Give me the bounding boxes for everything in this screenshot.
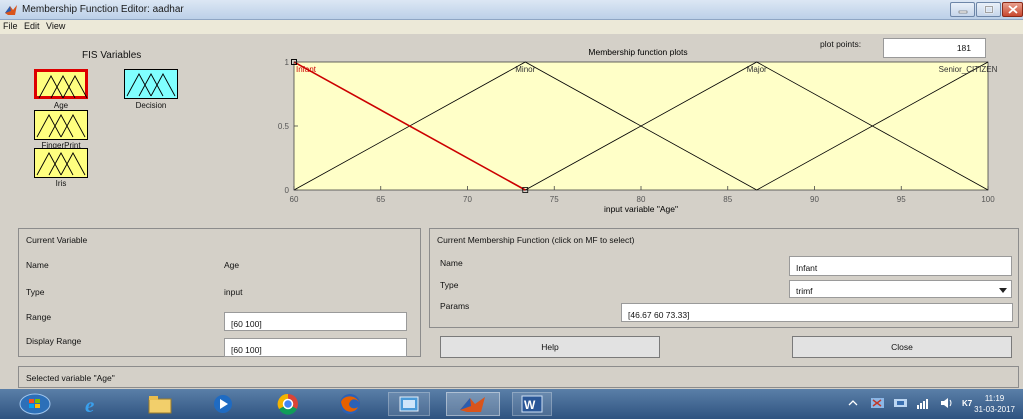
variable-type-label: Type	[26, 287, 45, 297]
clock-time: 11:19	[984, 394, 1005, 403]
mf-label[interactable]: Senior_CITIZEN	[939, 65, 998, 74]
menu-file[interactable]: File	[3, 21, 18, 31]
chevron-down-icon	[999, 288, 1007, 293]
fis-variable-label: Decision	[135, 101, 167, 110]
status-bar	[18, 366, 1019, 388]
mf-name-input[interactable]: Infant	[789, 256, 1012, 276]
close-icon	[1007, 5, 1018, 14]
title-bar: Membership Function Editor: aadhar	[0, 0, 1023, 20]
tray-k7-antivirus[interactable]: K7	[962, 399, 972, 408]
file-explorer-button[interactable]	[140, 392, 180, 416]
mf-label[interactable]: Minor	[515, 65, 535, 74]
mf-thumbnail-icon	[126, 73, 176, 97]
media-player-icon	[214, 395, 232, 413]
x-axis-label: input variable "Age"	[604, 204, 678, 214]
menu-view[interactable]: View	[46, 21, 65, 31]
mf-thumbnail-icon	[36, 114, 86, 138]
mf-name-label: Name	[440, 258, 463, 268]
variable-name-label: Name	[26, 260, 49, 270]
matlab-icon	[5, 5, 17, 15]
maximize-icon	[984, 5, 993, 14]
display-range-input[interactable]: [60 100]	[224, 338, 407, 357]
fis-variable-label: Age	[53, 101, 69, 110]
current-mf-title: Current Membership Function (click on MF…	[437, 235, 635, 245]
variable-name-value: Age	[224, 260, 240, 270]
x-tick-label: 100	[981, 195, 995, 204]
word-icon: W	[521, 395, 543, 413]
y-tick-label: 0	[285, 186, 290, 195]
close-button[interactable]: Close	[792, 336, 1012, 358]
tray-clock[interactable]: 11:19 31-03-2017	[974, 393, 1015, 415]
fis-variable-decision[interactable]	[124, 69, 178, 99]
close-window-button[interactable]	[1002, 2, 1023, 17]
internet-explorer-button[interactable]: e	[74, 392, 114, 416]
fis-variable-fingerprint[interactable]	[34, 110, 88, 140]
media-player-button[interactable]	[203, 392, 243, 416]
y-tick-label: 1	[285, 58, 290, 67]
x-tick-label: 80	[637, 195, 646, 204]
current-variable-title: Current Variable	[26, 235, 88, 245]
window-switcher-button[interactable]	[388, 392, 430, 416]
menu-bar: File Edit View	[0, 20, 1023, 34]
internet-explorer-icon: e	[85, 393, 94, 415]
x-tick-label: 65	[376, 195, 385, 204]
mf-type-value: trimf	[796, 286, 813, 296]
clock-date: 31-03-2017	[974, 405, 1015, 414]
status-text: Selected variable "Age"	[26, 373, 115, 383]
mf-thumbnail-icon	[36, 152, 86, 176]
tray-volume-icon[interactable]	[939, 396, 955, 410]
minimize-button[interactable]	[950, 2, 975, 17]
mf-label[interactable]: Infant	[296, 65, 317, 74]
x-tick-label: 70	[463, 195, 472, 204]
x-tick-label: 90	[810, 195, 819, 204]
y-tick-label: 0.5	[278, 122, 290, 131]
variable-type-value: input	[224, 287, 243, 297]
word-button[interactable]: W	[512, 392, 552, 416]
x-tick-label: 60	[290, 195, 299, 204]
fis-variable-age[interactable]	[34, 69, 88, 99]
chart-title: Membership function plots	[588, 47, 687, 57]
svg-text:e: e	[85, 393, 94, 415]
x-tick-label: 75	[550, 195, 559, 204]
range-label: Range	[26, 312, 52, 322]
chrome-button[interactable]	[268, 392, 308, 416]
tray-expand-icon[interactable]	[848, 398, 858, 408]
firefox-icon	[340, 394, 360, 414]
help-button[interactable]: Help	[440, 336, 660, 358]
fis-variable-iris[interactable]	[34, 148, 88, 178]
svg-text:W: W	[524, 398, 536, 412]
membership-function-plot[interactable]: Membership function plots Minor Major Seni…	[274, 40, 1010, 222]
maximize-button[interactable]	[976, 2, 1001, 17]
matlab-taskbar-button[interactable]	[446, 392, 500, 416]
tray-network-device-icon[interactable]	[893, 396, 909, 410]
start-orb-icon	[19, 393, 51, 415]
tray-security-icon[interactable]	[870, 396, 886, 410]
firefox-button[interactable]	[330, 392, 370, 416]
mf-thumbnail-icon	[38, 75, 88, 99]
matlab-taskbar-icon	[460, 397, 485, 412]
x-tick-label: 95	[897, 195, 906, 204]
mf-type-label: Type	[440, 280, 459, 290]
display-range-label: Display Range	[26, 336, 82, 346]
chrome-icon	[277, 393, 298, 415]
mf-params-input[interactable]: [46.67 60 73.33]	[621, 303, 1013, 322]
mf-label[interactable]: Major	[747, 65, 767, 74]
mf-type-select[interactable]: trimf	[789, 280, 1012, 298]
fis-variables-title: FIS Variables	[82, 50, 142, 61]
x-tick-label: 85	[723, 195, 732, 204]
window-manager-icon	[399, 396, 419, 412]
range-input[interactable]: [60 100]	[224, 312, 407, 331]
start-button[interactable]	[14, 392, 56, 416]
window-title: Membership Function Editor: aadhar	[22, 4, 184, 15]
minimize-icon	[958, 10, 967, 13]
mf-params-label: Params	[440, 301, 470, 311]
fis-variable-label: Iris	[55, 179, 67, 188]
menu-edit[interactable]: Edit	[24, 21, 40, 31]
file-explorer-icon	[148, 396, 172, 414]
tray-network-icon[interactable]	[916, 396, 932, 410]
